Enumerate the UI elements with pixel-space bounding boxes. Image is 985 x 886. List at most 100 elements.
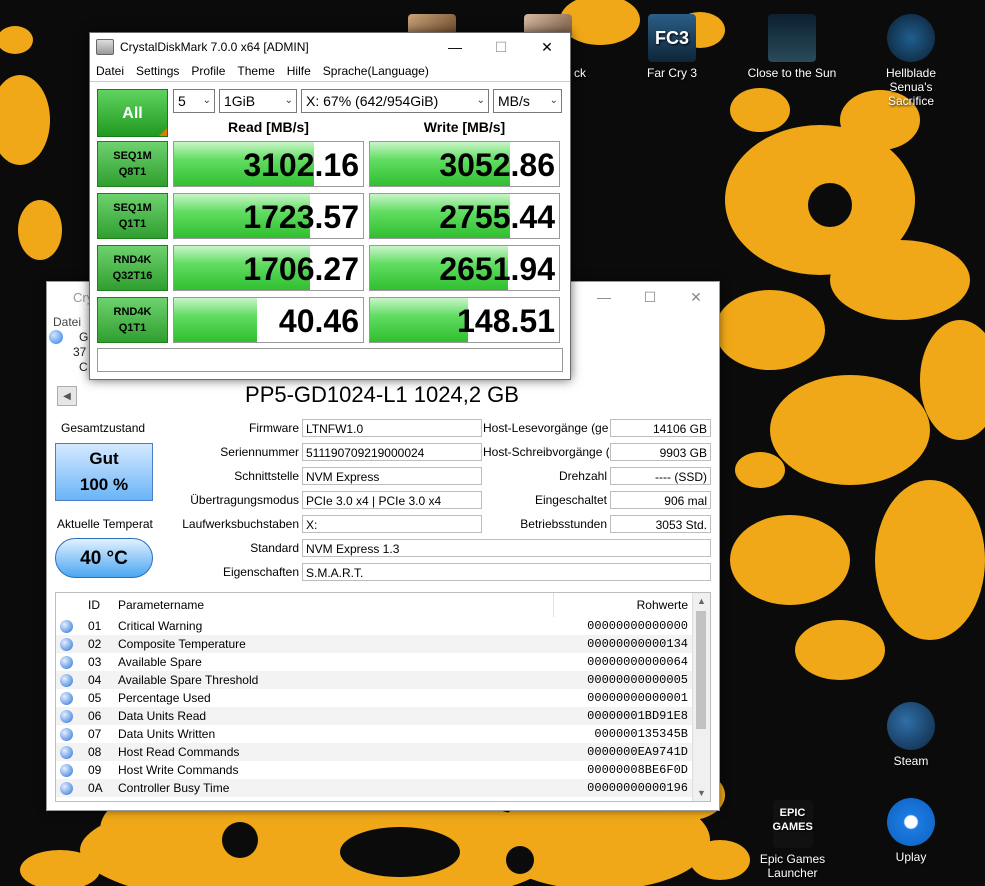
health-status-badge[interactable]: Gut 100 %	[55, 443, 153, 501]
test-name: SEQ1M	[113, 150, 152, 162]
transfer-mode-label: Übertragungsmodus	[190, 493, 299, 507]
cdi-window-controls: — ☐ ✕	[581, 282, 719, 312]
rnd4k-q1t1-button[interactable]: RND4K Q1T1	[97, 297, 168, 343]
rnd4k-q1t1-write-result: 148.51	[369, 297, 560, 343]
rnd4k-q32t16-button[interactable]: RND4K Q32T16	[97, 245, 168, 291]
drive-letter-label: Laufwerksbuchstaben	[182, 517, 299, 531]
test-name: RND4K	[113, 306, 152, 318]
rnd4k-q32t16-write-result: 2651.94	[369, 245, 560, 291]
seq1m-q1t1-button[interactable]: SEQ1M Q1T1	[97, 193, 168, 239]
drive-status-icon[interactable]	[49, 330, 63, 344]
table-row[interactable]: 06 Data Units Read 00000001BD91E8	[56, 707, 692, 725]
desktop-icon-hellblade[interactable]: Hellblade Senua's Sacrifice	[866, 14, 956, 108]
test-count-select[interactable]: 5 ⌄	[173, 89, 215, 113]
table-row[interactable]: 0A Controller Busy Time 00000000000196	[56, 779, 692, 797]
maximize-icon[interactable]: ☐	[478, 33, 524, 61]
smart-id: 06	[84, 707, 114, 725]
menu-hilfe[interactable]: Hilfe	[287, 61, 311, 81]
status-dot-icon	[60, 674, 73, 688]
maximize-icon[interactable]: ☐	[627, 282, 673, 312]
drive-value: X: 67% (642/954GiB)	[306, 93, 439, 109]
temperature-label: Aktuelle Temperat	[57, 517, 153, 531]
table-row[interactable]: 03 Available Spare 00000000000064	[56, 653, 692, 671]
rnd4k-q32t16-read-result: 1706.27	[173, 245, 364, 291]
status-dot-icon	[60, 638, 73, 652]
chevron-down-icon: ⌄	[284, 95, 293, 106]
seq1m-q8t1-button[interactable]: SEQ1M Q8T1	[97, 141, 168, 187]
table-row[interactable]: 02 Composite Temperature 00000000000134	[56, 635, 692, 653]
smart-name: Host Read Commands	[114, 743, 554, 761]
crystaldiskmark-window[interactable]: CrystalDiskMark 7.0.0 x64 [ADMIN] — ☐ ✕ …	[89, 32, 571, 380]
desktop-icon-uplay[interactable]: Uplay	[866, 798, 956, 864]
desktop-icon-label: Close to the Sun	[747, 66, 837, 80]
desktop-icon-epic-games[interactable]: EPIC GAMES Epic Games Launcher	[735, 800, 850, 880]
smart-raw: 00000008BE6F0D	[587, 763, 688, 777]
firmware-label: Firmware	[249, 421, 299, 435]
desktop-icon-steam[interactable]: Steam	[866, 702, 956, 768]
smart-id: 05	[88, 691, 102, 705]
scroll-down-icon[interactable]: ▼	[693, 785, 710, 801]
health-status: Gut	[89, 449, 119, 468]
table-row[interactable]: 05 Percentage Used 00000000000001	[56, 689, 692, 707]
test-params: Q1T1	[118, 218, 147, 230]
scroll-thumb[interactable]	[696, 611, 706, 729]
test-size-select[interactable]: 1GiB ⌄	[219, 89, 297, 113]
cdm-window-controls: — ☐ ✕	[432, 33, 570, 61]
unit-select[interactable]: MB/s ⌄	[493, 89, 562, 113]
smart-raw-header[interactable]: Rohwerte	[554, 593, 693, 617]
transfer-mode-field: PCIe 3.0 x4 | PCIe 3.0 x4	[302, 491, 482, 509]
run-all-button[interactable]: All	[97, 89, 168, 137]
smart-name: Host Write Commands	[118, 763, 239, 777]
drive-model-title: PP5-GD1024-L1 1024,2 GB	[245, 382, 519, 407]
menu-settings[interactable]: Settings	[136, 61, 179, 81]
smart-raw: 00000000000000	[587, 619, 688, 633]
smart-raw: 00000000000196	[553, 779, 692, 797]
menu-theme[interactable]: Theme	[237, 61, 274, 81]
smart-name: Available Spare	[118, 655, 202, 669]
scroll-up-icon[interactable]: ▲	[693, 593, 710, 609]
smart-name: Data Units Read	[114, 707, 554, 725]
menu-profile[interactable]: Profile	[191, 61, 225, 81]
write-header: Write [MB/s]	[423, 119, 506, 135]
temperature-badge[interactable]: 40 °C	[55, 538, 153, 578]
hellblade-icon	[887, 14, 935, 62]
health-label: Gesamtzustand	[61, 421, 146, 435]
read-header: Read [MB/s]	[228, 119, 309, 135]
features-field: S.M.A.R.T.	[302, 563, 711, 581]
table-row[interactable]: 08 Host Read Commands 0000000EA9741D	[56, 743, 692, 761]
table-row[interactable]: 07 Data Units Written 000000135345B	[56, 725, 692, 743]
crystaldiskmark-app-icon	[96, 39, 114, 55]
menu-datei[interactable]: Datei	[96, 61, 124, 81]
status-dot-icon	[60, 746, 73, 760]
status-dot-icon	[60, 728, 73, 742]
result-value: 1723.57	[243, 199, 359, 235]
smart-table[interactable]: ID Parametername Rohwerte 01 Critical War…	[55, 592, 711, 802]
test-count-value: 5	[178, 93, 186, 109]
result-value: 3102.16	[243, 147, 359, 183]
drive-select[interactable]: X: 67% (642/954GiB) ⌄	[301, 89, 489, 113]
power-on-count-label: Eingeschaltet	[534, 493, 607, 507]
uplay-icon	[887, 798, 935, 846]
table-row[interactable]: 04 Available Spare Threshold 0000000000000…	[56, 671, 692, 689]
smart-raw: 000000135345B	[594, 727, 688, 741]
minimize-icon[interactable]: —	[432, 33, 478, 61]
close-icon[interactable]: ✕	[524, 33, 570, 61]
rotation-field: ---- (SSD)	[610, 467, 711, 485]
smart-id-header[interactable]: ID	[84, 593, 114, 617]
result-value: 40.46	[278, 303, 359, 339]
minimize-icon[interactable]: —	[581, 282, 627, 312]
smart-name-header[interactable]: Parametername	[114, 593, 554, 617]
chevron-down-icon: ⌄	[476, 95, 485, 106]
table-row[interactable]: 09 Host Write Commands 00000008BE6F0D	[56, 761, 692, 779]
comment-input[interactable]	[97, 348, 563, 372]
menu-datei[interactable]: Datei	[53, 315, 81, 329]
seq1m-q8t1-read-result: 3102.16	[173, 141, 364, 187]
desktop-icon-far-cry-3[interactable]: FC3 Far Cry 3	[627, 14, 717, 80]
test-params: Q32T16	[112, 270, 153, 282]
close-icon[interactable]: ✕	[673, 282, 719, 312]
table-row[interactable]: 01 Critical Warning 00000000000000	[56, 617, 692, 635]
desktop-icon-close-to-the-sun[interactable]: Close to the Sun	[747, 14, 837, 80]
smart-id: 02	[84, 635, 114, 653]
menu-language[interactable]: Sprache(Language)	[323, 61, 429, 81]
smart-scrollbar[interactable]: ▲ ▼	[692, 593, 710, 801]
